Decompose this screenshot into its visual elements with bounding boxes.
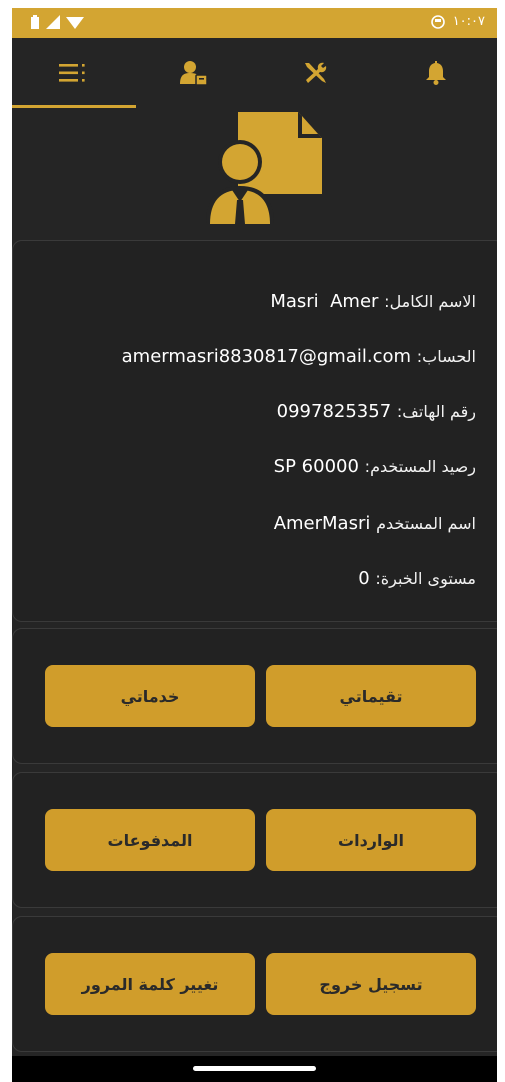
- balance-currency: SP: [273, 456, 296, 477]
- logout-button[interactable]: تسجيل خروج: [266, 953, 476, 1015]
- wifi-icon: [66, 17, 84, 29]
- my-ratings-button[interactable]: تقيماتي: [266, 665, 476, 727]
- system-navigation-bar: [12, 1056, 497, 1082]
- button-row-account-actions: تغيير كلمة المرور تسجيل خروج: [12, 916, 497, 1052]
- status-icons-left: [30, 15, 84, 29]
- active-tab-indicator: [12, 105, 136, 108]
- level-value: 0: [358, 568, 370, 589]
- cellular-signal-icon: [46, 15, 60, 29]
- app-screen: ١٠:٠٧ الاسم الكامل: Masri Amer الحساب: a…: [12, 8, 497, 1082]
- username-value: AmerMasri: [273, 513, 371, 534]
- incoming-button[interactable]: الواردات: [266, 809, 476, 871]
- account-value: amermasri8830817@gmail.com: [121, 346, 412, 367]
- status-time: ١٠:٠٧: [452, 14, 485, 29]
- change-password-button[interactable]: تغيير كلمة المرور: [45, 953, 255, 1015]
- my-services-button[interactable]: خدماتي: [45, 665, 255, 727]
- full-name-value: Masri Amer: [270, 291, 379, 312]
- level-row: مستوى الخبرة: 0: [358, 568, 476, 589]
- account-label: الحساب:: [416, 347, 476, 366]
- tab-services[interactable]: [254, 38, 375, 108]
- status-bar: ١٠:٠٧: [12, 8, 497, 38]
- phone-value: 0997825357: [276, 401, 392, 422]
- user-document-icon: [206, 112, 322, 224]
- bell-icon: [425, 61, 446, 85]
- payments-button[interactable]: المدفوعات: [45, 809, 255, 871]
- tools-icon: [304, 62, 326, 83]
- phone-row: رقم الهاتف: 0997825357: [277, 401, 476, 422]
- menu-list-icon: [58, 64, 85, 82]
- battery-icon: [31, 15, 39, 29]
- username-label: اسم المستخدم: [376, 514, 476, 533]
- user-id-icon: [179, 61, 208, 86]
- username-row: اسم المستخدم AmerMasri: [274, 513, 476, 534]
- tab-menu[interactable]: [12, 38, 133, 108]
- top-tab-bar: [12, 38, 497, 108]
- home-indicator[interactable]: [193, 1066, 316, 1071]
- level-label: مستوى الخبرة:: [375, 569, 476, 588]
- tab-notifications[interactable]: [375, 38, 496, 108]
- status-icons-right: ١٠:٠٧: [430, 14, 485, 29]
- balance-label: رصيد المستخدم:: [364, 457, 476, 476]
- button-row-ratings-services: خدماتي تقيماتي: [12, 628, 497, 764]
- full-name-row: الاسم الكامل: Masri Amer: [270, 291, 476, 312]
- full-name-label: الاسم الكامل:: [384, 292, 476, 311]
- app-notification-icon: [430, 14, 445, 29]
- balance-row: رصيد المستخدم: 60000 SP: [274, 456, 476, 477]
- balance-value: 60000: [301, 456, 359, 477]
- account-row: الحساب: amermasri8830817@gmail.com: [122, 346, 476, 367]
- user-info-card: الاسم الكامل: Masri Amer الحساب: amermas…: [12, 240, 497, 622]
- button-row-payments-incoming: المدفوعات الواردات: [12, 772, 497, 908]
- tab-account[interactable]: [133, 38, 254, 108]
- phone-label: رقم الهاتف:: [396, 402, 476, 421]
